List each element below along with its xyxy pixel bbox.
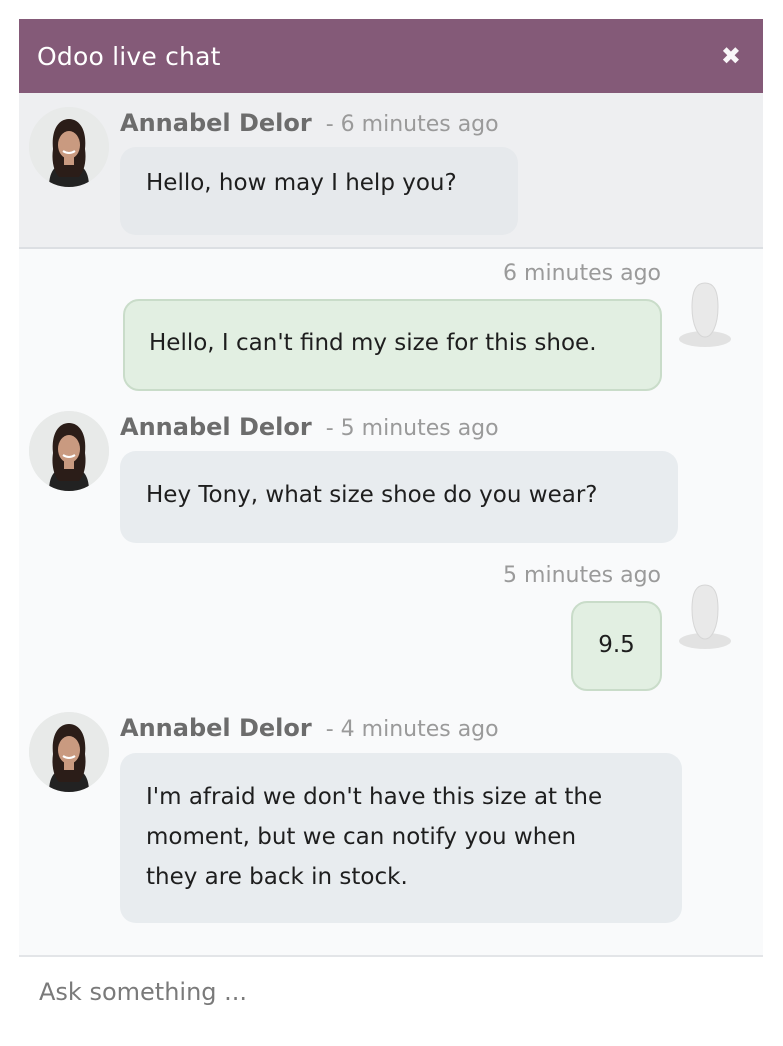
- live-chat-window: Odoo live chat ✖ Annabel Delor - 6 minute…: [19, 19, 763, 1027]
- message-meta: Annabel Delor - 6 minutes ago: [120, 109, 499, 137]
- chat-title: Odoo live chat: [37, 41, 221, 71]
- visitor-avatar: [670, 273, 750, 353]
- message-text-line: they are back in stock.: [146, 864, 408, 890]
- visitor-avatar: [670, 575, 750, 655]
- operator-avatar: [29, 107, 109, 187]
- composer: [19, 955, 763, 1027]
- message-text: 9.5: [598, 632, 635, 658]
- author-name: Annabel Delor: [120, 413, 312, 441]
- message-time: - 6 minutes ago: [325, 112, 499, 137]
- message-bubble: Hello, how may I help you?: [120, 147, 518, 235]
- message-text: Hey Tony, what size shoe do you wear?: [146, 482, 598, 508]
- message-time: - 5 minutes ago: [325, 416, 499, 441]
- author-name: Annabel Delor: [120, 109, 312, 137]
- operator-avatar: [29, 411, 109, 491]
- message-text-line: moment, but we can notify you when: [146, 824, 577, 850]
- message-bubble: I'm afraid we don't have this size at th…: [120, 753, 682, 923]
- message-time: - 4 minutes ago: [325, 717, 499, 742]
- message-bubble-visitor: 9.5: [571, 601, 662, 691]
- message-text-line: I'm afraid we don't have this size at th…: [146, 784, 603, 810]
- message-bubble: Hey Tony, what size shoe do you wear?: [120, 451, 678, 543]
- message-meta: Annabel Delor - 4 minutes ago: [120, 714, 499, 742]
- message-meta: Annabel Delor - 5 minutes ago: [120, 413, 499, 441]
- chat-thread[interactable]: Annabel Delor - 6 minutes ago Hello, how …: [19, 93, 763, 955]
- message-input[interactable]: [37, 977, 721, 1007]
- message-time: 6 minutes ago: [503, 261, 661, 286]
- message-text: Hello, how may I help you?: [146, 170, 457, 196]
- chat-header: Odoo live chat ✖: [19, 19, 763, 93]
- message-bubble-visitor: Hello, I can't find my size for this sho…: [123, 299, 662, 391]
- author-name: Annabel Delor: [120, 714, 312, 742]
- operator-avatar: [29, 712, 109, 792]
- message-operator: Annabel Delor - 6 minutes ago Hello, how …: [19, 93, 763, 249]
- close-icon[interactable]: ✖: [721, 44, 741, 68]
- message-text: Hello, I can't find my size for this sho…: [149, 330, 597, 356]
- message-time: 5 minutes ago: [503, 563, 661, 588]
